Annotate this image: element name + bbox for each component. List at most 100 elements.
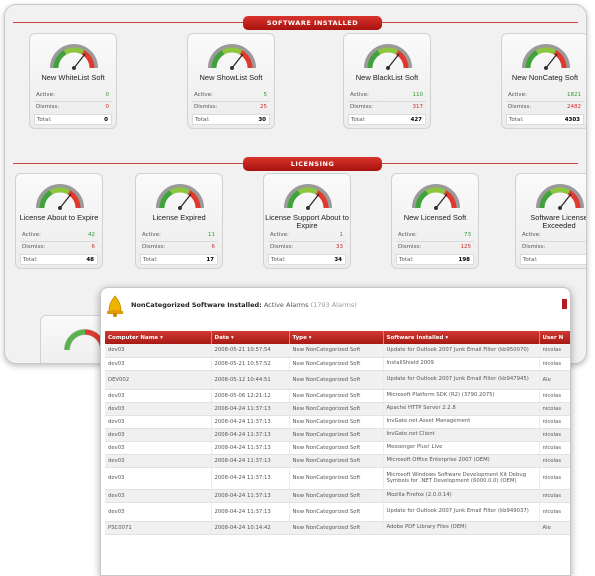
total-row: Total: 30 xyxy=(192,114,270,125)
column-header[interactable]: Date ▾ xyxy=(211,331,290,344)
table-row[interactable]: DEV002 2008-05-12 10:44:51 New NonCategori… xyxy=(105,370,570,390)
active-label: Active: xyxy=(398,232,417,238)
dismiss-label: Dismiss: xyxy=(194,104,218,110)
card-title: New Licensed Soft xyxy=(403,213,467,222)
active-value[interactable]: 5 xyxy=(264,90,268,101)
gauge-card[interactable]: New ShowList Soft Active: 5 Dismiss: 25 Total… xyxy=(187,33,275,129)
column-header[interactable]: Software Installed ▾ xyxy=(383,331,540,344)
gauge-icon xyxy=(536,184,584,210)
gauge-icon xyxy=(50,44,98,70)
active-row: Active: 110 xyxy=(348,90,426,101)
total-value: 0 xyxy=(104,117,108,123)
gauge-card[interactable]: New NonCateg Soft Active: 1821 Dismiss: 2482… xyxy=(501,33,586,129)
table-cell: InvGate.net Asset Management xyxy=(383,415,540,429)
table-row[interactable]: dev03 2008-05-06 12:21:12 New NonCategoriz… xyxy=(105,389,570,403)
total-label: Total: xyxy=(37,117,52,123)
popup-subtitle: Active Alarms xyxy=(263,301,309,309)
total-label: Total: xyxy=(143,257,158,263)
gauge-icon xyxy=(208,44,256,70)
gauge-card[interactable]: License About to Expire Active: 42 Dismiss:… xyxy=(15,173,103,269)
close-icon[interactable] xyxy=(562,299,567,309)
active-value[interactable]: 110 xyxy=(413,90,424,101)
dismiss-row: Dismiss: 125 xyxy=(396,242,474,253)
table-row[interactable]: PSC0071 2008-04-24 10:14:42 New NonCategor… xyxy=(105,521,570,535)
table-cell: nicolas xyxy=(539,344,570,358)
active-value[interactable]: 11 xyxy=(208,230,215,241)
dismiss-value[interactable]: 33 xyxy=(336,242,343,253)
table-cell: DEV002 xyxy=(105,370,212,390)
table-row[interactable]: dev03 2008-04-24 11:37:13 New NonCategoriz… xyxy=(105,489,570,503)
dismiss-value[interactable]: 2482 xyxy=(567,102,581,113)
active-value[interactable]: 73 xyxy=(464,230,471,241)
table-cell: Update for Outlook 2007 Junk Email Filte… xyxy=(383,370,540,390)
table-row[interactable]: dev03 2008-04-24 11:37:13 New NonCategoriz… xyxy=(105,502,570,522)
total-row: Total: 48 xyxy=(20,254,98,265)
column-header[interactable]: Type ▾ xyxy=(289,331,384,344)
dismiss-value[interactable]: 0 xyxy=(106,102,110,113)
table-cell: Ale xyxy=(539,370,570,390)
table-cell: Mozilla Firefox (2.0.0.14) xyxy=(383,489,540,503)
table-cell: dev03 xyxy=(105,402,212,416)
table-row[interactable]: dev03 2008-04-24 11:37:13 New NonCategoriz… xyxy=(105,402,570,416)
table-cell: dev03 xyxy=(105,441,212,455)
total-value: 427 xyxy=(410,117,422,123)
table-cell: New NonCategorized Soft xyxy=(289,467,384,490)
active-value[interactable]: 42 xyxy=(88,230,95,241)
table-row[interactable]: dev03 2008-04-24 11:37:13 New NonCategoriz… xyxy=(105,467,570,490)
table-cell: 2008-04-24 10:14:42 xyxy=(211,521,290,535)
gauge-card[interactable]: Software License ExceededActive:1 Dismiss… xyxy=(515,173,586,269)
card-title: New NonCateg Soft xyxy=(511,73,579,82)
table-cell: nicolas xyxy=(539,467,570,490)
total-value: 198 xyxy=(458,257,470,263)
table-cell: New NonCategorized Soft xyxy=(289,402,384,416)
active-value[interactable]: 1821 xyxy=(567,90,581,101)
table-row[interactable]: dev03 2008-05-21 10:57:54 New NonCategoriz… xyxy=(105,344,570,358)
gauge-card[interactable]: License Expired Active: 11 Dismiss: 6 Total: 1… xyxy=(135,173,223,269)
card-title: New WhiteList Soft xyxy=(41,73,105,82)
gauge-card[interactable]: New Licensed Soft Active: 73 Dismiss: 125 Tot… xyxy=(391,173,479,269)
table-cell: 2008-05-21 10:57:52 xyxy=(211,357,290,371)
column-header[interactable]: User N xyxy=(539,331,570,344)
active-value[interactable]: 0 xyxy=(106,90,110,101)
table-cell: New NonCategorized Soft xyxy=(289,521,384,535)
table-cell: nicolas xyxy=(539,502,570,522)
bell-alert-icon xyxy=(107,295,123,317)
dismiss-row: Dismiss: 33 xyxy=(268,242,346,253)
table-cell: Update for Outlook 2007 Junk Email Filte… xyxy=(383,502,540,522)
table-cell: Ale xyxy=(539,521,570,535)
table-row[interactable]: dev03 2008-05-21 10:57:52 New NonCategoriz… xyxy=(105,357,570,371)
table-cell: Apache HTTP Server 2.2.8 xyxy=(383,402,540,416)
column-header[interactable]: Computer Name ▾ xyxy=(105,331,212,344)
active-label: Active: xyxy=(350,92,369,98)
dismiss-value[interactable]: 317 xyxy=(413,102,424,113)
active-value[interactable]: 1 xyxy=(340,230,344,241)
total-row: Total: 0 xyxy=(34,114,112,125)
table-cell: dev03 xyxy=(105,467,212,490)
dismiss-value[interactable]: 6 xyxy=(92,242,96,253)
table-cell: 2008-04-24 11:37:13 xyxy=(211,454,290,468)
dismiss-value[interactable]: 6 xyxy=(212,242,216,253)
dismiss-label: Dismiss: xyxy=(522,244,546,250)
dismiss-value[interactable]: 125 xyxy=(461,242,472,253)
table-row[interactable]: dev03 2008-04-24 11:37:13 New NonCategoriz… xyxy=(105,415,570,429)
dismiss-value[interactable]: 25 xyxy=(260,102,267,113)
table-row[interactable]: dev03 2008-04-24 11:37:13 New NonCategoriz… xyxy=(105,428,570,442)
alarm-count: (1793 Alarms) xyxy=(310,301,357,309)
table-row[interactable]: dev03 2008-04-24 11:37:13 New NonCategoriz… xyxy=(105,441,570,455)
active-label: Active: xyxy=(142,232,161,238)
total-row: Total: 34 xyxy=(268,254,346,265)
table-cell: New NonCategorized Soft xyxy=(289,344,384,358)
popup-header: NonCategorized Software Installed: Activ… xyxy=(101,288,570,322)
gauge-card[interactable]: New WhiteList Soft Active: 0 Dismiss: 0 Total… xyxy=(29,33,117,129)
table-cell: 2008-04-24 11:37:13 xyxy=(211,502,290,522)
gauge-card[interactable]: License Support About to Expire Active: 1 D… xyxy=(263,173,351,269)
card-title: New ShowList Soft xyxy=(199,73,263,82)
total-label: Total: xyxy=(23,257,38,263)
active-label: Active: xyxy=(508,92,527,98)
active-row: Active: 5 xyxy=(192,90,270,101)
table-cell: New NonCategorized Soft xyxy=(289,454,384,468)
table-cell: 2008-04-24 11:37:13 xyxy=(211,441,290,455)
gauge-card[interactable]: New BlackList Soft Active: 110 Dismiss: 317 T… xyxy=(343,33,431,129)
table-row[interactable]: dev03 2008-04-24 11:37:13 New NonCategoriz… xyxy=(105,454,570,468)
card-title: License About to Expire xyxy=(19,213,99,222)
